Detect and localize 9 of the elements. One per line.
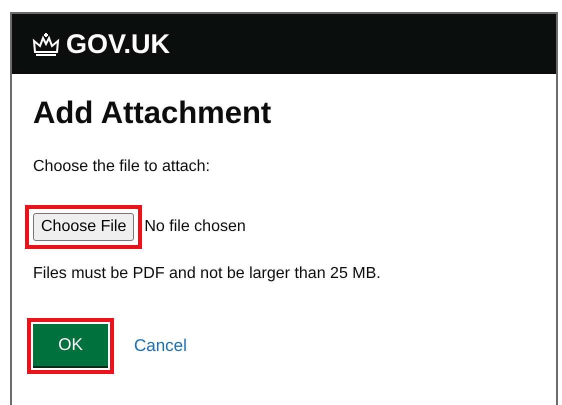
cancel-link[interactable]: Cancel (134, 336, 187, 355)
dialog-title: Add Attachment (33, 94, 272, 132)
ok-button[interactable]: OK (33, 324, 108, 366)
logo-text[interactable]: GOV.UK (66, 30, 170, 58)
file-status-text: No file chosen (144, 216, 246, 237)
choose-file-button[interactable]: Choose File (33, 212, 134, 241)
crown-icon (32, 32, 60, 56)
hint-text: Files must be PDF and not be larger than 25 MB. (33, 264, 382, 284)
prompt-text: Choose the file to attach: (33, 156, 211, 177)
